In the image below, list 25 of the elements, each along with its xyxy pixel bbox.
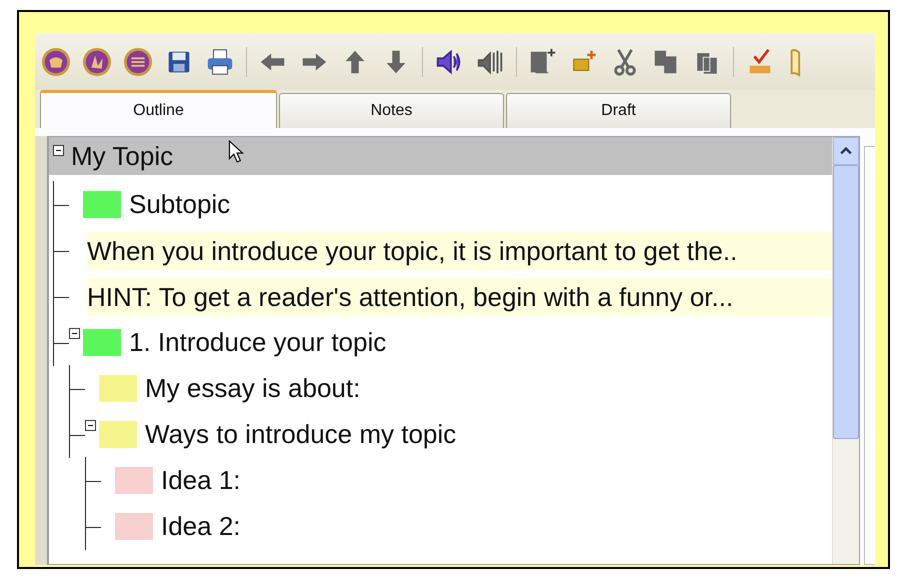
expander-icon[interactable] <box>69 328 80 339</box>
outline-note[interactable]: When you introduce your topic, it is important to get the.. <box>87 232 832 270</box>
print-icon[interactable] <box>205 46 235 76</box>
outline-note[interactable]: HINT: To get a reader's attention, begin with a funny or... <box>87 278 832 316</box>
outline-topic[interactable]: 1. Introduce your topic <box>129 327 386 358</box>
scroll-thumb[interactable] <box>833 165 859 439</box>
circle-icon[interactable] <box>41 46 71 76</box>
scroll-up-button[interactable] <box>833 137 859 165</box>
chevron-up-icon <box>840 147 852 155</box>
outline-topic[interactable]: Idea 2: <box>161 511 241 542</box>
circle-icon[interactable] <box>82 46 112 76</box>
outline-topic[interactable]: Ways to introduce my topic <box>145 419 456 450</box>
tab[interactable]: Outline <box>40 90 277 128</box>
outline-topic[interactable]: My essay is about: <box>145 373 360 404</box>
tab[interactable]: Notes <box>279 93 504 128</box>
outline-topic[interactable]: My Topic <box>71 140 174 172</box>
expander-icon[interactable] <box>85 420 96 431</box>
add-topic-icon[interactable] <box>528 46 558 76</box>
scrollbar[interactable] <box>832 137 859 564</box>
circle-icon[interactable] <box>123 46 153 76</box>
expander-icon[interactable] <box>53 145 64 156</box>
outline-topic[interactable]: Subtopic <box>129 189 230 220</box>
cursor-icon <box>228 140 244 164</box>
outline-topic[interactable]: Idea 1: <box>161 465 241 496</box>
tab[interactable]: Draft <box>506 93 731 128</box>
